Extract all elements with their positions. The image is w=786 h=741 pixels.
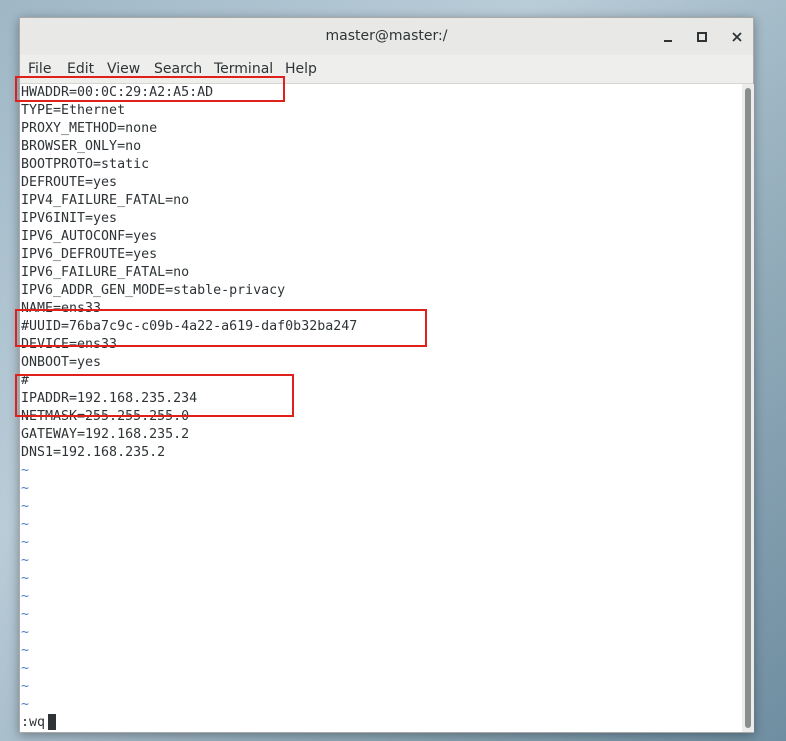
highlight-uuid xyxy=(15,309,427,347)
title-bar[interactable]: master@master:/ xyxy=(20,18,753,56)
config-line: IPV6INIT=yes xyxy=(21,211,118,226)
scrollbar-thumb[interactable] xyxy=(745,88,751,728)
empty-line-tilde: ~ xyxy=(21,679,30,694)
empty-line-tilde: ~ xyxy=(21,463,30,478)
menu-search[interactable]: Search xyxy=(154,61,202,77)
vertical-scrollbar[interactable] xyxy=(742,84,754,732)
highlight-hwaddr xyxy=(15,76,285,102)
terminal-content[interactable]: HWADDR=00:0C:29:A2:A5:AD TYPE=Ethernet P… xyxy=(15,76,742,732)
close-button[interactable] xyxy=(726,26,748,48)
empty-line-tilde: ~ xyxy=(21,607,30,622)
maximize-icon xyxy=(697,32,707,42)
empty-line-tilde: ~ xyxy=(21,643,30,658)
config-line: IPV6_ADDR_GEN_MODE=stable-privacy xyxy=(21,283,286,298)
config-line: GATEWAY=192.168.235.2 xyxy=(21,427,190,442)
highlight-ipaddr xyxy=(15,374,294,417)
empty-line-tilde: ~ xyxy=(21,553,30,568)
empty-line-tilde: ~ xyxy=(21,625,30,640)
menu-edit[interactable]: Edit xyxy=(67,61,94,77)
window-title: master@master:/ xyxy=(325,28,448,44)
empty-line-tilde: ~ xyxy=(21,517,30,532)
config-line: BOOTPROTO=static xyxy=(21,157,150,172)
empty-line-tilde: ~ xyxy=(21,589,30,604)
empty-line-tilde: ~ xyxy=(21,697,30,712)
config-line: PROXY_METHOD=none xyxy=(21,121,158,136)
empty-line-tilde: ~ xyxy=(21,499,30,514)
empty-line-tilde: ~ xyxy=(21,535,30,550)
empty-line-tilde: ~ xyxy=(21,571,30,586)
empty-line-tilde: ~ xyxy=(21,481,30,496)
empty-line-tilde: ~ xyxy=(21,661,30,676)
minimize-button[interactable] xyxy=(657,26,679,48)
config-line: DEFROUTE=yes xyxy=(21,175,118,190)
close-icon xyxy=(732,32,742,42)
config-line: BROWSER_ONLY=no xyxy=(21,139,142,154)
minimize-icon xyxy=(664,40,672,42)
terminal-window: master@master:/ File Edit View Search Te… xyxy=(15,17,754,733)
menu-terminal[interactable]: Terminal xyxy=(214,61,273,77)
menu-view[interactable]: View xyxy=(107,61,140,77)
menu-file[interactable]: File xyxy=(28,61,51,77)
config-line: DNS1=192.168.235.2 xyxy=(21,445,166,460)
maximize-button[interactable] xyxy=(691,26,713,48)
config-line: ONBOOT=yes xyxy=(21,355,102,370)
config-line: IPV6_FAILURE_FATAL=no xyxy=(21,265,190,280)
text-cursor xyxy=(48,714,56,730)
menu-help[interactable]: Help xyxy=(285,61,317,77)
config-line: IPV4_FAILURE_FATAL=no xyxy=(21,193,190,208)
config-line: TYPE=Ethernet xyxy=(21,103,126,118)
config-line: IPV6_AUTOCONF=yes xyxy=(21,229,158,244)
config-line: IPV6_DEFROUTE=yes xyxy=(21,247,158,262)
command-line[interactable]: :wq xyxy=(21,714,45,732)
